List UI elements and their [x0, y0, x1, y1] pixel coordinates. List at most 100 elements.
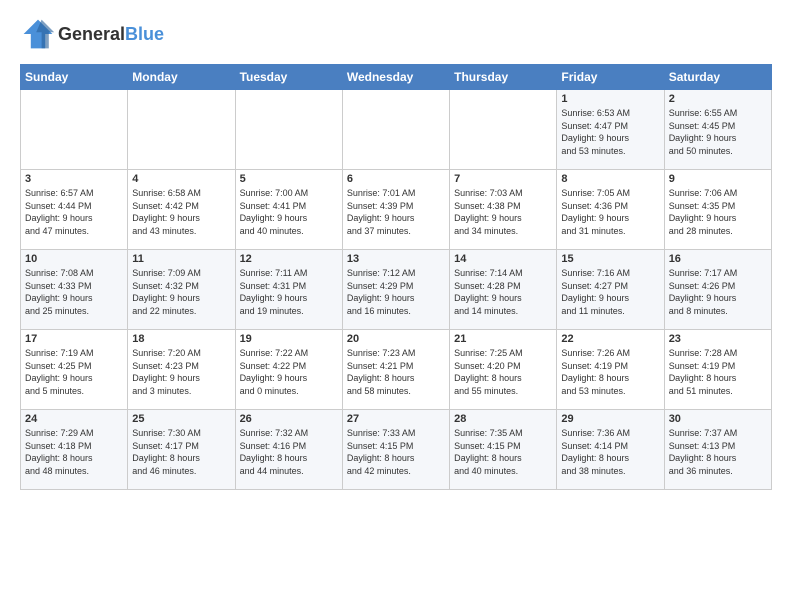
- day-number: 21: [454, 333, 552, 345]
- calendar-cell: 14 Sunrise: 7:14 AM Sunset: 4:28 PM Dayli…: [450, 250, 557, 330]
- calendar-cell: 11 Sunrise: 7:09 AM Sunset: 4:32 PM Dayli…: [128, 250, 235, 330]
- calendar-cell: 24 Sunrise: 7:29 AM Sunset: 4:18 PM Dayli…: [21, 410, 128, 490]
- day-info: Sunrise: 7:12 AM Sunset: 4:29 PM Dayligh…: [347, 267, 445, 317]
- day-info: Sunrise: 6:53 AM Sunset: 4:47 PM Dayligh…: [561, 107, 659, 157]
- day-number: 5: [240, 173, 338, 185]
- calendar-cell: 8 Sunrise: 7:05 AM Sunset: 4:36 PM Daylig…: [557, 170, 664, 250]
- week-row-3: 10 Sunrise: 7:08 AM Sunset: 4:33 PM Dayli…: [21, 250, 772, 330]
- calendar-cell: 10 Sunrise: 7:08 AM Sunset: 4:33 PM Dayli…: [21, 250, 128, 330]
- calendar-cell: 28 Sunrise: 7:35 AM Sunset: 4:15 PM Dayli…: [450, 410, 557, 490]
- calendar-cell: 30Sunrise: 7:37 AM Sunset: 4:13 PM Dayli…: [664, 410, 771, 490]
- calendar-cell: 6 Sunrise: 7:01 AM Sunset: 4:39 PM Daylig…: [342, 170, 449, 250]
- day-header-sunday: Sunday: [21, 65, 128, 90]
- day-number: 18: [132, 333, 230, 345]
- day-number: 7: [454, 173, 552, 185]
- calendar-cell: 22 Sunrise: 7:26 AM Sunset: 4:19 PM Dayli…: [557, 330, 664, 410]
- calendar-cell: 2 Sunrise: 6:55 AM Sunset: 4:45 PM Daylig…: [664, 90, 771, 170]
- day-info: Sunrise: 7:36 AM Sunset: 4:14 PM Dayligh…: [561, 427, 659, 477]
- calendar-cell: 18Sunrise: 7:20 AM Sunset: 4:23 PM Dayli…: [128, 330, 235, 410]
- day-number: 10: [25, 253, 123, 265]
- day-info: Sunrise: 7:22 AM Sunset: 4:22 PM Dayligh…: [240, 347, 338, 397]
- day-header-friday: Friday: [557, 65, 664, 90]
- day-info: Sunrise: 7:25 AM Sunset: 4:20 PM Dayligh…: [454, 347, 552, 397]
- day-header-monday: Monday: [128, 65, 235, 90]
- day-info: Sunrise: 7:06 AM Sunset: 4:35 PM Dayligh…: [669, 187, 767, 237]
- calendar-cell: 23 Sunrise: 7:28 AM Sunset: 4:19 PM Dayli…: [664, 330, 771, 410]
- calendar-cell: 19 Sunrise: 7:22 AM Sunset: 4:22 PM Dayli…: [235, 330, 342, 410]
- calendar-cell: 4Sunrise: 6:58 AM Sunset: 4:42 PM Daylig…: [128, 170, 235, 250]
- day-info: Sunrise: 7:30 AM Sunset: 4:17 PM Dayligh…: [132, 427, 230, 477]
- calendar-cell: [450, 90, 557, 170]
- day-number: 11: [132, 253, 230, 265]
- day-info: Sunrise: 6:58 AM Sunset: 4:42 PM Dayligh…: [132, 187, 230, 237]
- week-row-5: 24 Sunrise: 7:29 AM Sunset: 4:18 PM Dayli…: [21, 410, 772, 490]
- calendar-cell: 7Sunrise: 7:03 AM Sunset: 4:38 PM Daylig…: [450, 170, 557, 250]
- page: GeneralBlue SundayMondayTuesdayWednesday…: [0, 0, 792, 500]
- header: GeneralBlue: [20, 16, 772, 52]
- day-number: 8: [561, 173, 659, 185]
- calendar-cell: 12Sunrise: 7:11 AM Sunset: 4:31 PM Dayli…: [235, 250, 342, 330]
- day-info: Sunrise: 7:19 AM Sunset: 4:25 PM Dayligh…: [25, 347, 123, 397]
- calendar-cell: 16 Sunrise: 7:17 AM Sunset: 4:26 PM Dayli…: [664, 250, 771, 330]
- day-number: 2: [669, 93, 767, 105]
- day-header-tuesday: Tuesday: [235, 65, 342, 90]
- calendar-cell: 26Sunrise: 7:32 AM Sunset: 4:16 PM Dayli…: [235, 410, 342, 490]
- calendar-cell: 20 Sunrise: 7:23 AM Sunset: 4:21 PM Dayli…: [342, 330, 449, 410]
- day-number: 9: [669, 173, 767, 185]
- calendar-cell: 29 Sunrise: 7:36 AM Sunset: 4:14 PM Dayli…: [557, 410, 664, 490]
- day-info: Sunrise: 6:55 AM Sunset: 4:45 PM Dayligh…: [669, 107, 767, 157]
- day-number: 12: [240, 253, 338, 265]
- day-number: 14: [454, 253, 552, 265]
- day-header-thursday: Thursday: [450, 65, 557, 90]
- day-info: Sunrise: 7:00 AM Sunset: 4:41 PM Dayligh…: [240, 187, 338, 237]
- day-info: Sunrise: 7:32 AM Sunset: 4:16 PM Dayligh…: [240, 427, 338, 477]
- day-info: Sunrise: 7:17 AM Sunset: 4:26 PM Dayligh…: [669, 267, 767, 317]
- logo: GeneralBlue: [20, 16, 164, 52]
- day-number: 15: [561, 253, 659, 265]
- day-number: 28: [454, 413, 552, 425]
- calendar-cell: 25 Sunrise: 7:30 AM Sunset: 4:17 PM Dayli…: [128, 410, 235, 490]
- header-row: SundayMondayTuesdayWednesdayThursdayFrid…: [21, 65, 772, 90]
- day-number: 1: [561, 93, 659, 105]
- day-info: Sunrise: 7:09 AM Sunset: 4:32 PM Dayligh…: [132, 267, 230, 317]
- calendar-cell: [342, 90, 449, 170]
- calendar-cell: 17 Sunrise: 7:19 AM Sunset: 4:25 PM Dayli…: [21, 330, 128, 410]
- calendar-cell: [128, 90, 235, 170]
- day-info: Sunrise: 7:35 AM Sunset: 4:15 PM Dayligh…: [454, 427, 552, 477]
- day-number: 6: [347, 173, 445, 185]
- day-info: Sunrise: 7:28 AM Sunset: 4:19 PM Dayligh…: [669, 347, 767, 397]
- day-number: 20: [347, 333, 445, 345]
- calendar-cell: 27Sunrise: 7:33 AM Sunset: 4:15 PM Dayli…: [342, 410, 449, 490]
- day-info: Sunrise: 7:01 AM Sunset: 4:39 PM Dayligh…: [347, 187, 445, 237]
- calendar-cell: 15 Sunrise: 7:16 AM Sunset: 4:27 PM Dayli…: [557, 250, 664, 330]
- day-number: 17: [25, 333, 123, 345]
- day-info: Sunrise: 7:14 AM Sunset: 4:28 PM Dayligh…: [454, 267, 552, 317]
- day-number: 13: [347, 253, 445, 265]
- day-number: 29: [561, 413, 659, 425]
- calendar-cell: 3 Sunrise: 6:57 AM Sunset: 4:44 PM Daylig…: [21, 170, 128, 250]
- day-header-wednesday: Wednesday: [342, 65, 449, 90]
- day-info: Sunrise: 7:29 AM Sunset: 4:18 PM Dayligh…: [25, 427, 123, 477]
- day-number: 23: [669, 333, 767, 345]
- day-info: Sunrise: 7:05 AM Sunset: 4:36 PM Dayligh…: [561, 187, 659, 237]
- day-info: Sunrise: 7:26 AM Sunset: 4:19 PM Dayligh…: [561, 347, 659, 397]
- day-info: Sunrise: 7:37 AM Sunset: 4:13 PM Dayligh…: [669, 427, 767, 477]
- day-number: 16: [669, 253, 767, 265]
- day-info: Sunrise: 7:23 AM Sunset: 4:21 PM Dayligh…: [347, 347, 445, 397]
- day-number: 24: [25, 413, 123, 425]
- day-number: 22: [561, 333, 659, 345]
- week-row-1: 1 Sunrise: 6:53 AM Sunset: 4:47 PM Daylig…: [21, 90, 772, 170]
- day-number: 19: [240, 333, 338, 345]
- logo-text: GeneralBlue: [58, 24, 164, 45]
- calendar-cell: [21, 90, 128, 170]
- calendar-cell: 9 Sunrise: 7:06 AM Sunset: 4:35 PM Daylig…: [664, 170, 771, 250]
- day-number: 25: [132, 413, 230, 425]
- calendar-cell: 5 Sunrise: 7:00 AM Sunset: 4:41 PM Daylig…: [235, 170, 342, 250]
- day-header-saturday: Saturday: [664, 65, 771, 90]
- logo-icon: [20, 16, 56, 52]
- day-info: Sunrise: 7:08 AM Sunset: 4:33 PM Dayligh…: [25, 267, 123, 317]
- day-info: Sunrise: 6:57 AM Sunset: 4:44 PM Dayligh…: [25, 187, 123, 237]
- day-info: Sunrise: 7:16 AM Sunset: 4:27 PM Dayligh…: [561, 267, 659, 317]
- day-number: 3: [25, 173, 123, 185]
- calendar-table: SundayMondayTuesdayWednesdayThursdayFrid…: [20, 64, 772, 490]
